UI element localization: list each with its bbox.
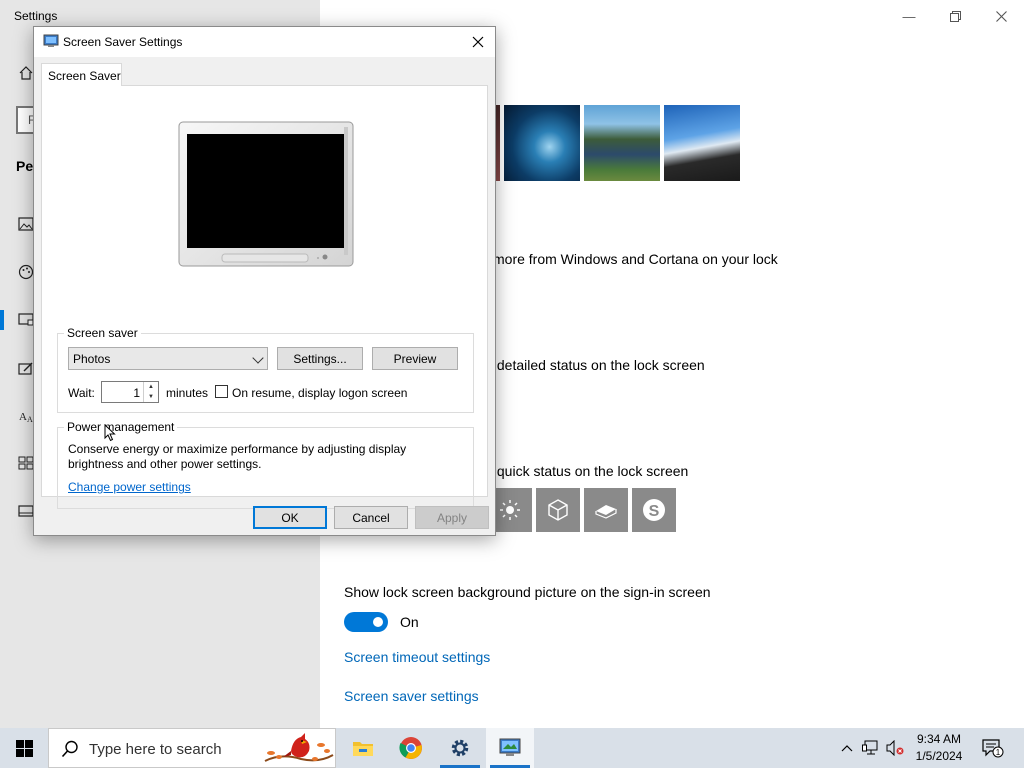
notification-center-icon[interactable]: 1 (978, 728, 1008, 768)
resume-logon-label[interactable]: On resume, display logon screen (232, 386, 407, 400)
power-description-line2: brightness and other power settings. (68, 457, 262, 471)
screen-saver-selected: Photos (73, 352, 111, 366)
cancel-button[interactable]: Cancel (334, 506, 408, 529)
preview-button[interactable]: Preview (372, 347, 458, 370)
search-icon (61, 740, 78, 758)
active-nav-indicator (0, 310, 4, 330)
screen-timeout-link[interactable]: Screen timeout settings (344, 649, 490, 665)
tab-label: Screen Saver (48, 69, 121, 83)
power-management-group-label: Power management (64, 420, 178, 434)
system-clock[interactable]: 9:34 AM 1/5/2024 (905, 731, 973, 765)
tab-screen-saver[interactable]: Screen Saver (41, 63, 122, 86)
detailed-status-text: v detailed status on the lock screen (486, 357, 705, 373)
quick-status-text: v quick status on the lock screen (486, 463, 689, 479)
screen-saver-group-label: Screen saver (64, 326, 141, 340)
power-description-line1: Conserve energy or maximize performance … (68, 442, 407, 456)
taskbar-search-box[interactable]: Type here to search (48, 728, 336, 768)
taskbar: Type here to search 9:34 AM 1/5/2024 1 (0, 728, 1024, 768)
background-thumbnail[interactable] (584, 105, 660, 181)
notification-count: 1 (996, 748, 1001, 757)
clock-time: 9:34 AM (916, 732, 962, 746)
monitor-preview (178, 121, 354, 267)
chrome-icon (399, 737, 422, 759)
show-background-label: Show lock screen background picture on t… (344, 584, 711, 600)
screen-saver-dropdown[interactable]: Photos (68, 347, 268, 370)
screen-saver-group: Screen saver Photos Settings... Preview … (57, 326, 474, 413)
folder-icon (353, 742, 373, 756)
spinner-arrows[interactable]: ▲ ▼ (143, 382, 158, 402)
minimize-icon[interactable]: — (886, 0, 932, 32)
spinner-up-icon[interactable]: ▲ (144, 382, 158, 392)
show-hidden-icons-chevron-icon[interactable] (838, 728, 856, 768)
gear-icon (451, 739, 469, 757)
chevron-down-icon (252, 352, 264, 364)
3d-box-icon[interactable] (536, 488, 580, 532)
network-icon[interactable] (860, 728, 882, 768)
wait-minutes-spinner[interactable]: 1 ▲ ▼ (101, 381, 159, 403)
cortana-text: more from Windows and Cortana on your lo… (493, 251, 778, 267)
windows-logo-icon (15, 739, 33, 757)
cardinal-illustration-icon (264, 733, 334, 762)
wait-value: 1 (133, 386, 140, 400)
svg-text:A: A (19, 411, 27, 423)
apply-button[interactable]: Apply (415, 506, 489, 529)
skype-icon[interactable]: S (632, 488, 676, 532)
restore-icon[interactable] (932, 0, 978, 32)
dialog-title: Screen Saver Settings (63, 35, 183, 49)
window-controls: — (886, 0, 1024, 32)
change-power-settings-link[interactable]: Change power settings (68, 480, 191, 494)
background-thumbnail[interactable] (664, 105, 740, 181)
ok-button[interactable]: OK (253, 506, 327, 529)
power-management-group: Power management Conserve energy or maxi… (57, 420, 474, 509)
screen-saver-link[interactable]: Screen saver settings (344, 688, 479, 704)
screen-saver-taskbar-button[interactable] (486, 728, 534, 768)
settings-title: Settings (14, 9, 58, 23)
dialog-titlebar[interactable]: Screen Saver Settings (34, 27, 495, 57)
settings-button[interactable]: Settings... (277, 347, 363, 370)
chrome-taskbar-button[interactable] (387, 728, 435, 768)
toggle-knob (373, 617, 383, 627)
search-placeholder: Type here to search (89, 741, 222, 758)
screen-saver-app-icon (43, 34, 59, 47)
mouse-cursor-icon (104, 424, 116, 442)
volume-muted-icon[interactable] (884, 728, 906, 768)
dialog-close-icon[interactable] (461, 27, 495, 57)
eraser-icon[interactable] (584, 488, 628, 532)
screen-saver-dialog: Screen Saver Settings Screen Saver Scree… (33, 26, 496, 536)
close-icon[interactable] (978, 0, 1024, 32)
wait-label: Wait: (68, 386, 95, 400)
screen-saver-app-icon (499, 738, 521, 756)
spinner-down-icon[interactable]: ▼ (144, 392, 158, 402)
background-thumbnail[interactable] (504, 105, 580, 181)
show-background-toggle[interactable] (344, 612, 388, 632)
toggle-state-label: On (400, 614, 419, 630)
clock-date: 1/5/2024 (915, 749, 963, 763)
settings-taskbar-button[interactable] (436, 728, 484, 768)
file-explorer-taskbar-button[interactable] (339, 728, 387, 768)
svg-text:S: S (649, 503, 660, 520)
start-button[interactable] (0, 728, 48, 768)
resume-logon-checkbox[interactable] (215, 385, 228, 398)
minutes-label: minutes (166, 386, 209, 400)
